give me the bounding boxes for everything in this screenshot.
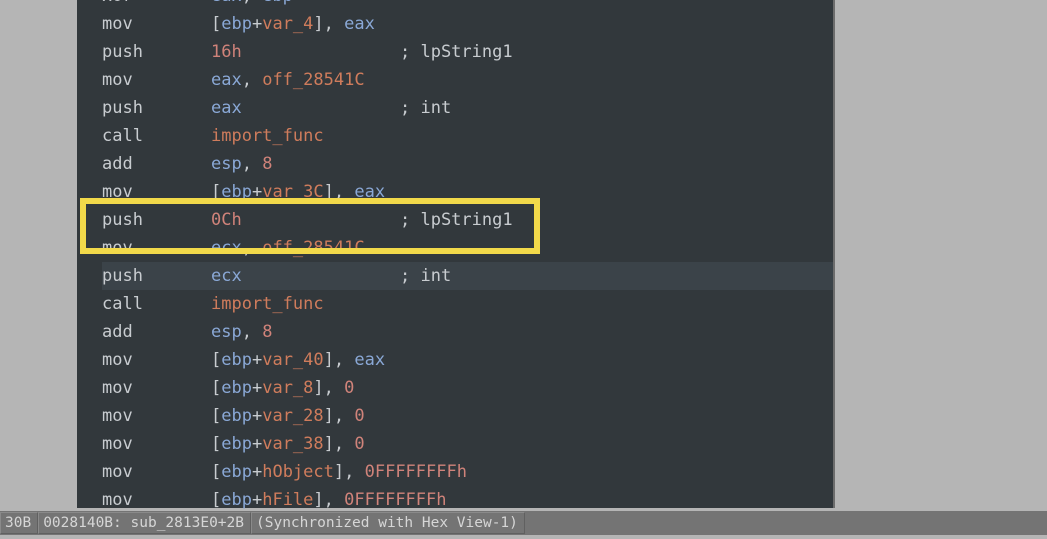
asm-line[interactable]: call import_func — [102, 290, 835, 318]
asm-line[interactable]: call import_func — [102, 122, 835, 150]
mnemonic: push — [102, 94, 186, 122]
asm-line[interactable]: add esp, 8 — [102, 318, 835, 346]
asm-line[interactable]: mov [ebp+var_3C], eax — [102, 178, 835, 206]
mnemonic: add — [102, 318, 186, 346]
operands: eax — [211, 94, 242, 122]
mnemonic: xor — [102, 0, 186, 10]
operands: eax, ebp — [211, 0, 293, 10]
mnemonic: mov — [102, 402, 186, 430]
mnemonic: mov — [102, 486, 186, 514]
asm-line[interactable]: mov ecx, off_28541C — [102, 234, 835, 262]
mnemonic: mov — [102, 66, 186, 94]
disassembly-pane[interactable]: xor eax, ebp mov [ebp+var_4], eax push 16h ; l… — [77, 0, 835, 508]
comment: ; lpString1 — [400, 38, 513, 66]
mnemonic: push — [102, 206, 186, 234]
asm-line[interactable]: mov [ebp+var_4], eax — [102, 10, 835, 38]
disassembler-wrap: xor eax, ebp mov [ebp+var_4], eax push 16h ; l… — [0, 0, 836, 539]
operands: ecx — [211, 262, 242, 290]
asm-line[interactable]: push 16h ; lpString1 — [102, 38, 835, 66]
operands: import_func — [211, 122, 324, 150]
operands: [ebp+var_4], eax — [211, 10, 375, 38]
operands: [ebp+hObject], 0FFFFFFFFh — [211, 458, 467, 486]
operands: [ebp+hFile], 0FFFFFFFFh — [211, 486, 447, 514]
operands: esp, 8 — [211, 318, 272, 346]
right-gutter — [833, 0, 835, 508]
operands: import_func — [211, 290, 324, 318]
asm-line[interactable]: mov eax, off_28541C — [102, 66, 835, 94]
operands: eax, off_28541C — [211, 66, 365, 94]
operands: [ebp+var_38], 0 — [211, 430, 365, 458]
operands: [ebp+var_8], 0 — [211, 374, 354, 402]
operands: 0Ch — [211, 206, 242, 234]
asm-line[interactable]: pushecx ; int — [102, 262, 835, 290]
mnemonic: push — [102, 262, 186, 290]
asm-line[interactable]: mov [ebp+var_38], 0 — [102, 430, 835, 458]
operands: [ebp+var_28], 0 — [211, 402, 365, 430]
operands: esp, 8 — [211, 150, 272, 178]
asm-line[interactable]: mov [ebp+hFile], 0FFFFFFFFh — [102, 486, 835, 514]
mnemonic: call — [102, 122, 186, 150]
mnemonic: add — [102, 150, 186, 178]
asm-line[interactable]: xor eax, ebp — [102, 0, 835, 10]
mnemonic: push — [102, 38, 186, 66]
mnemonic: mov — [102, 374, 186, 402]
status-seg-offset[interactable]: 30B — [0, 512, 38, 534]
operands: 16h — [211, 38, 242, 66]
comment: ; int — [400, 94, 451, 122]
mnemonic: mov — [102, 10, 186, 38]
asm-line[interactable]: mov [ebp+var_28], 0 — [102, 402, 835, 430]
mnemonic: mov — [102, 458, 186, 486]
mnemonic: mov — [102, 178, 186, 206]
status-seg-address[interactable]: 0028140B: sub_2813E0+2B — [38, 512, 251, 534]
asm-line[interactable]: push 0Ch ; lpString1 — [102, 206, 835, 234]
operands: [ebp+var_40], eax — [211, 346, 385, 374]
mnemonic: mov — [102, 430, 186, 458]
comment: ; lpString1 — [400, 206, 513, 234]
asm-line[interactable]: pusheax ; int — [102, 94, 835, 122]
comment: ; int — [400, 262, 451, 290]
operands: ecx, off_28541C — [211, 234, 365, 262]
status-bar: 30B 0028140B: sub_2813E0+2B (Synchronize… — [0, 511, 1047, 535]
asm-line[interactable]: mov [ebp+var_40], eax — [102, 346, 835, 374]
asm-line[interactable]: mov [ebp+var_8], 0 — [102, 374, 835, 402]
asm-line[interactable]: mov [ebp+hObject], 0FFFFFFFFh — [102, 458, 835, 486]
operands: [ebp+var_3C], eax — [211, 178, 385, 206]
mnemonic: mov — [102, 346, 186, 374]
asm-line[interactable]: add esp, 8 — [102, 150, 835, 178]
mnemonic: mov — [102, 234, 186, 262]
status-seg-sync[interactable]: (Synchronized with Hex View-1) — [251, 512, 525, 534]
mnemonic: call — [102, 290, 186, 318]
